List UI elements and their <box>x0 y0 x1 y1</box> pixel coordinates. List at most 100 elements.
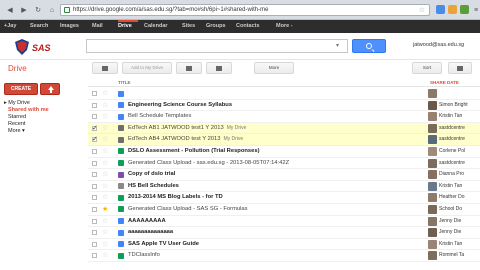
gbar-item-plus[interactable]: +Jay <box>4 23 16 29</box>
row-checkbox[interactable] <box>92 183 97 189</box>
star-icon[interactable]: ☆ <box>102 228 108 237</box>
star-icon[interactable]: ☆ <box>102 240 108 249</box>
logo[interactable]: SAS <box>14 37 54 55</box>
extension-icon[interactable] <box>436 5 445 14</box>
gbar-item-groups[interactable]: Groups <box>206 23 226 29</box>
star-icon[interactable]: ☆ <box>102 193 108 202</box>
file-name[interactable]: 2013-2014 MS Blog Labels - for TD <box>128 194 223 200</box>
table-row[interactable]: ☆ aaaaaaaaaaaaaa Jenny Die <box>88 227 480 239</box>
file-name[interactable]: Bell Schedule Templates <box>128 113 191 119</box>
back-icon[interactable]: ◀ <box>4 6 16 15</box>
file-name[interactable]: DSLO Assessment - Pollution (Trial Respo… <box>128 148 260 154</box>
forward-icon[interactable]: ▶ <box>18 6 30 15</box>
row-checkbox[interactable] <box>92 91 97 96</box>
address-url[interactable]: https://drive.google.com/a/sas.edu.sg/?t… <box>73 7 268 13</box>
add-to-drive-button[interactable]: Add to My Drive <box>122 62 172 74</box>
file-name[interactable]: HS Bell Schedules <box>128 183 179 189</box>
list-view-button[interactable] <box>448 62 472 74</box>
row-checkbox[interactable] <box>92 160 97 166</box>
sidebar-item-my-drive[interactable]: ▸ My Drive <box>4 100 84 107</box>
row-checkbox[interactable] <box>92 195 97 201</box>
gbar-item-drive[interactable]: Drive <box>118 23 132 29</box>
star-icon[interactable]: ☆ <box>102 251 108 260</box>
table-row[interactable]: ☆ EdTech AB1 JATWOOD test1 Y 2013My Drive… <box>88 122 480 135</box>
star-icon[interactable]: ☆ <box>102 135 108 144</box>
row-checkbox[interactable] <box>92 230 97 236</box>
address-bar[interactable]: https://drive.google.com/a/sas.edu.sg/?t… <box>60 4 430 16</box>
reload-icon[interactable]: ↻ <box>32 6 44 15</box>
search-input[interactable] <box>86 39 348 53</box>
table-row[interactable]: ☆ <box>88 88 480 100</box>
gbar-item-sites[interactable]: Sites <box>182 23 195 29</box>
file-name[interactable]: EdTech AB1 JATWOOD test1 Y 2013 My Drive <box>128 125 246 131</box>
star-icon[interactable]: ☆ <box>102 182 108 191</box>
row-checkbox[interactable] <box>92 218 97 224</box>
gbar-item-more[interactable]: More - <box>276 23 293 29</box>
row-checkbox[interactable] <box>92 241 97 247</box>
table-row[interactable]: ☆ DSLO Assessment - Pollution (Trial Resp… <box>88 146 480 158</box>
file-name[interactable]: aaaaaaaaaaaaaa <box>128 229 173 235</box>
file-name[interactable]: Generated Class Upload - SAS SG - Formul… <box>128 206 248 212</box>
table-row[interactable]: ☆ Engineering Science Course Syllabus Simo… <box>88 100 480 112</box>
file-name[interactable]: Copy of dslo trial <box>128 171 175 177</box>
star-icon[interactable]: ☆ <box>102 101 108 110</box>
row-checkbox[interactable] <box>92 172 97 178</box>
star-icon[interactable]: ☆ <box>102 217 108 226</box>
bookmark-star-icon[interactable]: ☆ <box>419 6 425 14</box>
table-row[interactable]: ☆ Generated Class Upload - sas.edu.sg - 2… <box>88 158 480 170</box>
table-row[interactable]: ☆ AAAAAAAAA Jenny Die <box>88 216 480 228</box>
file-name[interactable]: Engineering Science Course Syllabus <box>128 102 232 108</box>
more-button[interactable]: More <box>254 62 294 74</box>
share-date-column-header[interactable]: SHARE DATE <box>430 80 459 85</box>
row-checkbox[interactable] <box>92 135 98 143</box>
sort-button[interactable]: Sort <box>412 62 442 74</box>
file-name[interactable]: SAS Apple TV User Guide <box>128 241 199 247</box>
sidebar-item-shared[interactable]: Shared with me <box>4 107 84 114</box>
search-button[interactable] <box>352 39 386 53</box>
sidebar-item-more[interactable]: More ▾ <box>4 128 84 135</box>
file-name[interactable]: TDClassInfo <box>128 252 160 258</box>
file-name[interactable]: AAAAAAAAA <box>128 218 166 224</box>
extension-icon[interactable] <box>460 5 469 14</box>
table-row[interactable]: ☆ EdTech AB4 JATWOOD test Y 2013My Drive s… <box>88 134 480 146</box>
row-checkbox[interactable] <box>92 124 98 132</box>
title-column-header[interactable]: TITLE <box>118 80 131 85</box>
menu-icon[interactable]: ≡ <box>470 6 480 15</box>
star-icon[interactable]: ☆ <box>102 124 108 133</box>
row-checkbox[interactable] <box>92 253 97 259</box>
star-icon[interactable]: ☆ <box>102 89 108 98</box>
share-button[interactable] <box>92 62 118 74</box>
upload-button[interactable] <box>40 83 60 95</box>
file-name[interactable]: EdTech AB4 JATWOOD test Y 2013 My Drive <box>128 136 243 142</box>
search-options-icon[interactable]: ▾ <box>336 42 339 49</box>
table-row[interactable]: ☆ Bell Schedule Templates Kristin Tan <box>88 111 480 123</box>
table-row[interactable]: ★ Generated Class Upload - SAS SG - Formu… <box>88 204 480 216</box>
row-checkbox[interactable] <box>92 148 97 154</box>
table-row[interactable]: ☆ TDClassInfo Rommel Ta <box>88 250 480 262</box>
gbar-item-search[interactable]: Search <box>30 23 48 29</box>
row-checkbox[interactable] <box>92 114 97 120</box>
star-icon[interactable]: ☆ <box>102 170 108 179</box>
table-row[interactable]: ☆ SAS Apple TV User Guide Kristin Tan <box>88 239 480 251</box>
gbar-item-images[interactable]: Images <box>60 23 79 29</box>
sidebar-item-recent[interactable]: Recent <box>4 121 84 128</box>
remove-button[interactable] <box>206 62 232 74</box>
sidebar-item-starred[interactable]: Starred <box>4 114 84 121</box>
gbar-item-contacts[interactable]: Contacts <box>236 23 260 29</box>
star-icon[interactable]: ☆ <box>102 112 108 121</box>
move-to-folder-button[interactable] <box>176 62 202 74</box>
gbar-item-mail[interactable]: Mail <box>92 23 103 29</box>
star-icon[interactable]: ☆ <box>102 147 108 156</box>
star-icon[interactable]: ☆ <box>102 159 108 168</box>
row-checkbox[interactable] <box>92 102 97 108</box>
home-icon[interactable]: ⌂ <box>46 6 58 15</box>
table-row[interactable]: ☆ Copy of dslo trial Dianna Pro <box>88 169 480 181</box>
gbar-item-calendar[interactable]: Calendar <box>144 23 168 29</box>
file-name[interactable]: Generated Class Upload - sas.edu.sg - 20… <box>128 160 289 166</box>
table-row[interactable]: ☆ HS Bell Schedules Kristin Tan <box>88 181 480 193</box>
star-icon[interactable]: ★ <box>102 205 108 214</box>
create-button[interactable]: CREATE <box>4 83 38 95</box>
user-email[interactable]: jatwood@sas.edu.sg <box>413 42 464 48</box>
extension-icon[interactable] <box>448 5 457 14</box>
row-checkbox[interactable] <box>92 206 97 212</box>
